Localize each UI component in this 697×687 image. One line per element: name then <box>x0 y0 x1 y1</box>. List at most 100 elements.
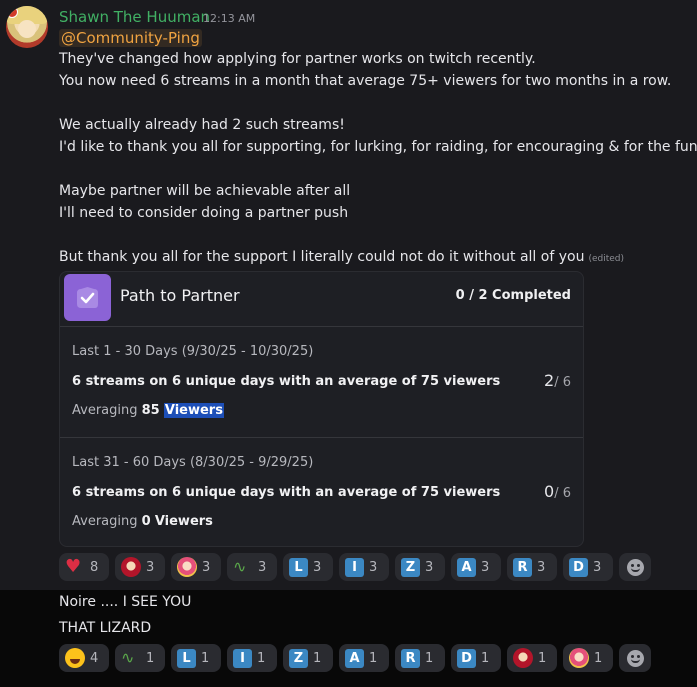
period-section: Last 31 - 60 Days (8/30/25 - 9/29/25) 6 … <box>60 438 583 546</box>
reaction-letter-a[interactable]: A1 <box>339 644 389 672</box>
reaction-count: 3 <box>369 559 378 575</box>
avatar-face <box>18 20 36 38</box>
letter-i-icon: I <box>345 557 364 577</box>
message-line: I'd like to thank you all for supporting… <box>59 139 697 155</box>
reaction-count: 3 <box>425 559 434 575</box>
reaction-anime-girl-pink[interactable]: 3 <box>171 553 221 581</box>
letter-z-icon: Z <box>401 557 420 577</box>
average-viewers: Averaging 0 Viewers <box>72 514 213 529</box>
username[interactable]: Shawn The Huuman <box>59 8 210 26</box>
reaction-letter-l[interactable]: L3 <box>283 553 333 581</box>
reaction-letter-a[interactable]: A3 <box>451 553 501 581</box>
reaction-count: 1 <box>594 650 603 666</box>
lizard-icon: ∿ <box>233 557 247 576</box>
reaction-letter-d[interactable]: D1 <box>451 644 501 672</box>
message-line: You now need 6 streams in a month that a… <box>59 73 672 89</box>
path-to-partner-card: Path to Partner 0 / 2 Completed Last 1 -… <box>59 271 584 547</box>
message-2: Noire .... I SEE YOU THAT LIZARD <box>0 590 697 687</box>
letter-l-icon: L <box>177 648 196 668</box>
reaction-count: 3 <box>537 559 546 575</box>
stream-count-total: / 6 <box>554 486 571 501</box>
message-line: I'll need to consider doing a partner pu… <box>59 205 349 221</box>
reaction-count: 3 <box>146 559 155 575</box>
reaction-count: 3 <box>202 559 211 575</box>
reaction-count: 1 <box>257 650 266 666</box>
reaction-count: 1 <box>481 650 490 666</box>
stream-count: 2/ 6 <box>544 371 571 390</box>
reaction-anime-girl-red[interactable]: 3 <box>115 553 165 581</box>
reaction-letter-z[interactable]: Z1 <box>283 644 333 672</box>
reaction-anime-girl-pink[interactable]: 1 <box>563 644 613 672</box>
reaction-heart[interactable]: ♥ 8 <box>59 553 109 581</box>
average-unit: Viewers <box>163 403 224 418</box>
rofl-emoji-icon <box>65 648 85 668</box>
period-section: Last 1 - 30 Days (9/30/25 - 10/30/25) 6 … <box>60 327 583 438</box>
reaction-letter-r[interactable]: R3 <box>507 553 557 581</box>
lizard-icon: ∿ <box>121 648 135 667</box>
anime-girl-pink-emoji-icon <box>569 648 589 668</box>
reaction-letter-l[interactable]: L1 <box>171 644 221 672</box>
message-line: Noire .... I SEE YOU <box>59 594 192 610</box>
reaction-letter-i[interactable]: I1 <box>227 644 277 672</box>
completed-count: 0 / 2 Completed <box>455 288 571 303</box>
reaction-count: 1 <box>146 650 155 666</box>
reaction-letter-i[interactable]: I3 <box>339 553 389 581</box>
stream-count-total: / 6 <box>554 375 571 390</box>
period-goal: 6 streams on 6 unique days with an avera… <box>72 374 501 389</box>
message-line: They've changed how applying for partner… <box>59 51 536 67</box>
reaction-lizard[interactable]: ∿ 3 <box>227 553 277 581</box>
message-line-text: But thank you all for the support I lite… <box>59 249 585 265</box>
reaction-count: 3 <box>593 559 602 575</box>
stream-count: 0/ 6 <box>544 482 571 501</box>
average-viewers: Averaging 85 Viewers <box>72 403 224 418</box>
reaction-count: 8 <box>90 559 99 575</box>
period-range: Last 1 - 30 Days (9/30/25 - 10/30/25) <box>72 344 314 359</box>
user-avatar[interactable] <box>6 6 48 48</box>
letter-r-icon: R <box>401 648 420 668</box>
average-value: 85 <box>141 403 160 418</box>
message-1: Shawn The Huuman 12:13 AM @Community-Pin… <box>0 0 697 590</box>
message-line: THAT LIZARD <box>59 620 152 636</box>
edited-label: (edited) <box>588 254 624 264</box>
reaction-letter-z[interactable]: Z3 <box>395 553 445 581</box>
card-header: Path to Partner 0 / 2 Completed <box>60 272 583 327</box>
message-line: But thank you all for the support I lite… <box>59 249 624 265</box>
reaction-count: 3 <box>313 559 322 575</box>
reaction-count: 1 <box>313 650 322 666</box>
card-title: Path to Partner <box>120 286 240 305</box>
smiley-icon <box>626 649 644 667</box>
letter-d-icon: D <box>457 648 476 668</box>
reaction-count: 1 <box>425 650 434 666</box>
letter-z-icon: Z <box>289 648 308 668</box>
letter-a-icon: A <box>457 557 476 577</box>
reaction-count: 1 <box>538 650 547 666</box>
reaction-rofl[interactable]: 4 <box>59 644 109 672</box>
average-unit: Viewers <box>154 514 213 529</box>
add-reaction-button[interactable] <box>619 553 651 581</box>
avatar-badge-icon <box>6 6 18 18</box>
stream-count-value: 2 <box>544 371 555 390</box>
reaction-count: 1 <box>201 650 210 666</box>
message-line: Maybe partner will be achievable after a… <box>59 183 351 199</box>
role-mention[interactable]: @Community-Ping <box>59 29 202 47</box>
average-value: 0 <box>141 514 151 529</box>
reaction-count: 3 <box>481 559 490 575</box>
stream-count-value: 0 <box>544 482 555 501</box>
reaction-count: 4 <box>90 650 99 666</box>
reaction-anime-girl-red[interactable]: 1 <box>507 644 557 672</box>
reaction-letter-r[interactable]: R1 <box>395 644 445 672</box>
heart-icon: ♥ <box>65 556 82 577</box>
anime-girl-red-emoji-icon <box>121 557 141 577</box>
letter-d-icon: D <box>569 557 588 577</box>
reaction-lizard[interactable]: ∿ 1 <box>115 644 165 672</box>
message-timestamp[interactable]: 12:13 AM <box>203 12 255 25</box>
message-line: We actually already had 2 such streams! <box>59 117 345 133</box>
check-badge-icon <box>64 274 111 321</box>
reaction-letter-d[interactable]: D3 <box>563 553 613 581</box>
letter-a-icon: A <box>345 648 364 668</box>
period-goal: 6 streams on 6 unique days with an avera… <box>72 485 501 500</box>
anime-girl-pink-emoji-icon <box>177 557 197 577</box>
smiley-icon <box>626 558 644 576</box>
reaction-count: 3 <box>258 559 267 575</box>
add-reaction-button[interactable] <box>619 644 651 672</box>
